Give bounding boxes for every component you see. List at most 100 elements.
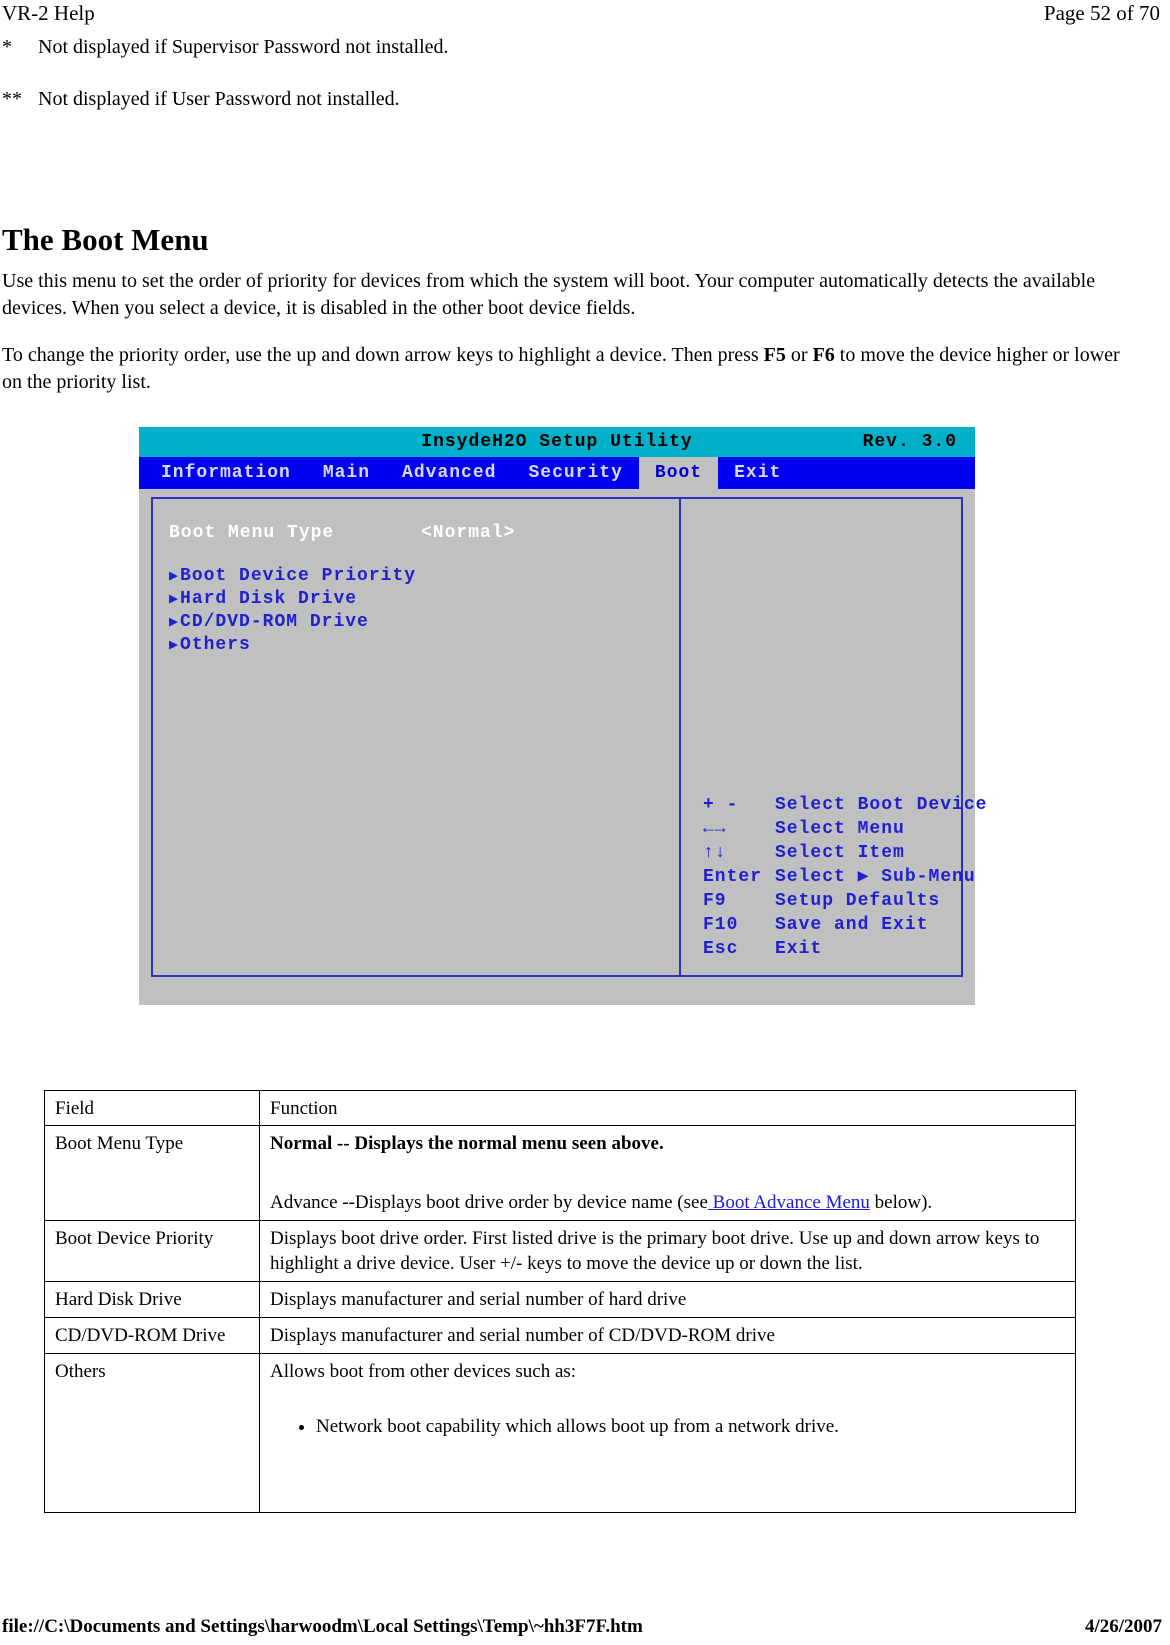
key-legend-row: Enter Select ▶ Sub-Menu (703, 865, 987, 889)
row-function-boot-device-priority: Displays boot drive order. First listed … (259, 1220, 1076, 1282)
bios-setting-label: Boot Menu Type (169, 523, 335, 543)
key-legend-desc: Save and Exit (775, 915, 929, 935)
page-footer: file://C:\Documents and Settings\harwood… (0, 1615, 1170, 1639)
triangle-right-icon: ▶ (169, 591, 180, 608)
footer-date: 4/26/2007 (1084, 1616, 1162, 1637)
others-intro-text: Allows boot from other devices such as: (270, 1361, 577, 1382)
key-legend-row: F10 Save and Exit (703, 913, 987, 937)
intro-text: Use this menu to set the order of priori… (2, 268, 1128, 416)
intro-paragraph-1: Use this menu to set the order of priori… (2, 270, 1096, 319)
bios-submenu-label: Hard Disk Drive (180, 589, 358, 609)
row-function-cd-dvd-rom-drive: Displays manufacturer and serial number … (259, 1317, 1076, 1354)
bios-title-bar: InsydeH2O Setup Utility Rev. 3.0 (139, 427, 975, 457)
page-title: The Boot Menu (2, 221, 209, 257)
bios-setup-screenshot: InsydeH2O Setup Utility Rev. 3.0 Informa… (139, 427, 986, 1005)
table-header-row: Field Function (44, 1090, 1076, 1126)
function-advance-post: below). (869, 1192, 933, 1213)
footnote-text: Not displayed if User Password not insta… (38, 88, 400, 110)
key-f5: F5 (763, 344, 786, 366)
column-header-field: Field (44, 1090, 260, 1126)
footnote-item: * Not displayed if Supervisor Password n… (2, 34, 1102, 60)
row-field-hard-disk-drive: Hard Disk Drive (44, 1281, 260, 1318)
key-legend-row: F9 Setup Defaults (703, 889, 987, 913)
function-advance-pre: Advance --Displays boot drive order by d… (270, 1192, 708, 1213)
bios-help-pane: + - Select Boot Device ←→ Select Menu ↑↓… (681, 499, 986, 975)
page-header: VR-2 Help Page 52 of 70 (0, 0, 1170, 28)
key-legend-desc: Select ▶ Sub-Menu (775, 867, 976, 887)
key-legend-key: Enter (703, 867, 763, 887)
boot-advance-menu-link[interactable]: Boot Advance Menu (708, 1192, 870, 1213)
bios-revision: Rev. 3.0 (862, 432, 957, 452)
row-field-others: Others (44, 1353, 260, 1513)
bios-tab-advanced[interactable]: Advanced (386, 457, 512, 489)
others-bullet-list: Network boot capability which allows boo… (270, 1414, 1067, 1439)
row-field-boot-device-priority: Boot Device Priority (44, 1220, 260, 1282)
key-legend-key: F9 (703, 891, 727, 911)
footnote-text: Not displayed if Supervisor Password not… (38, 36, 449, 58)
bios-utility-title: InsydeH2O Setup Utility (421, 432, 693, 452)
key-legend-key: + - (703, 795, 739, 815)
bios-submenu-cd-dvd-rom-drive[interactable]: ▶CD/DVD-ROM Drive (169, 611, 679, 634)
bios-submenu-others[interactable]: ▶Others (169, 634, 679, 657)
key-legend-key: F10 (703, 915, 739, 935)
cell-spacer (270, 1156, 1067, 1190)
document-title: VR-2 Help (2, 1, 95, 25)
key-legend-row: ←→ Select Menu (703, 817, 987, 841)
key-legend-desc: Select Boot Device (775, 795, 988, 815)
footnote-item: ** Not displayed if User Password not in… (2, 86, 1102, 112)
key-legend-row: + - Select Boot Device (703, 793, 987, 817)
intro-p2-part1: To change the priority order, use the up… (2, 344, 764, 366)
triangle-right-icon: ▶ (169, 614, 180, 631)
footer-file-path: file://C:\Documents and Settings\harwood… (2, 1616, 643, 1637)
intro-paragraph-2: To change the priority order, use the up… (2, 342, 1128, 396)
bios-settings-pane: Boot Menu Type <Normal> ▶Boot Device Pri… (153, 499, 681, 975)
key-legend-desc: Select Item (775, 843, 905, 863)
table-row: CD/DVD-ROM Drive Displays manufacturer a… (44, 1317, 1076, 1354)
bios-tab-boot[interactable]: Boot (638, 457, 719, 489)
footnote-marker: ** (2, 88, 22, 110)
key-f6: F6 (812, 344, 835, 366)
function-normal-bold: Normal -- Displays the normal menu seen … (270, 1133, 664, 1154)
function-advance-line: Advance --Displays boot drive order by d… (270, 1190, 1067, 1215)
triangle-right-icon: ▶ (169, 637, 180, 654)
key-legend-row: Esc Exit (703, 937, 987, 961)
bios-tab-exit[interactable]: Exit (718, 457, 797, 489)
bios-menu-bar: Information Main Advanced Security Boot … (139, 457, 975, 489)
intro-p2-part2: or (785, 344, 813, 366)
bios-submenu-list: ▶Boot Device Priority ▶Hard Disk Drive ▶… (169, 565, 679, 657)
page-indicator: Page 52 of 70 (1043, 1, 1160, 25)
row-function-boot-menu-type: Normal -- Displays the normal menu seen … (259, 1125, 1076, 1221)
bios-key-legend: + - Select Boot Device ←→ Select Menu ↑↓… (703, 793, 987, 961)
row-function-hard-disk-drive: Displays manufacturer and serial number … (259, 1281, 1076, 1318)
bios-submenu-hard-disk-drive[interactable]: ▶Hard Disk Drive (169, 588, 679, 611)
bios-setting-value[interactable]: <Normal> (421, 521, 515, 545)
triangle-right-icon: ▶ (169, 568, 180, 585)
bios-tab-information[interactable]: Information (139, 457, 307, 489)
key-legend-key: ←→ (703, 819, 727, 839)
field-function-table: Field Function Boot Menu Type Normal -- … (44, 1090, 1076, 1513)
bios-setting-boot-menu-type[interactable]: Boot Menu Type <Normal> (169, 521, 679, 545)
bios-submenu-label: Boot Device Priority (180, 566, 417, 586)
row-field-cd-dvd-rom-drive: CD/DVD-ROM Drive (44, 1317, 260, 1354)
bios-submenu-label: CD/DVD-ROM Drive (180, 612, 369, 632)
key-legend-desc: Select Menu (775, 819, 905, 839)
table-row: Others Allows boot from other devices su… (44, 1353, 1076, 1513)
bios-tab-main[interactable]: Main (307, 457, 386, 489)
key-legend-key: ↑↓ (703, 843, 727, 863)
bios-submenu-boot-device-priority[interactable]: ▶Boot Device Priority (169, 565, 679, 588)
list-item: Network boot capability which allows boo… (316, 1414, 1067, 1439)
bios-tab-security[interactable]: Security (512, 457, 638, 489)
table-row: Hard Disk Drive Displays manufacturer an… (44, 1281, 1076, 1318)
bios-submenu-label: Others (180, 635, 251, 655)
bios-body: Boot Menu Type <Normal> ▶Boot Device Pri… (139, 489, 986, 987)
footnote-block: * Not displayed if Supervisor Password n… (2, 34, 1102, 138)
key-legend-desc: Exit (775, 939, 823, 959)
row-function-others: Allows boot from other devices such as: … (259, 1353, 1076, 1513)
key-legend-key: Esc (703, 939, 739, 959)
footnote-marker: * (2, 36, 12, 58)
row-field-boot-menu-type: Boot Menu Type (44, 1125, 260, 1221)
column-header-function: Function (259, 1090, 1076, 1126)
key-legend-desc: Setup Defaults (775, 891, 941, 911)
key-legend-row: ↑↓ Select Item (703, 841, 987, 865)
bios-panes: Boot Menu Type <Normal> ▶Boot Device Pri… (151, 497, 986, 977)
